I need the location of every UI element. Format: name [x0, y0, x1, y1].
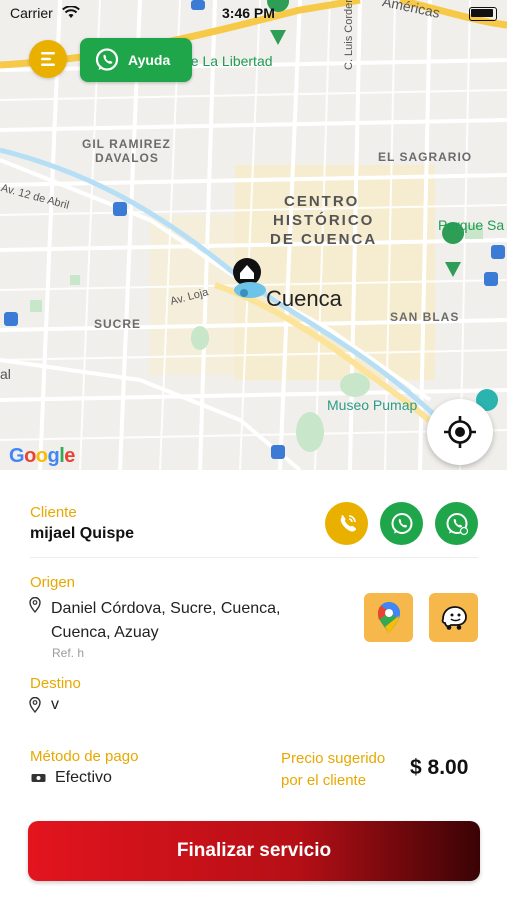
help-button-label: Ayuda — [128, 52, 171, 68]
payment-method-label: Método de pago — [30, 748, 139, 765]
map-label-museo: Museo Pumap — [327, 397, 418, 413]
map-label-parque-libertad: ue La Libertad — [183, 53, 273, 69]
phone-icon — [340, 514, 356, 532]
suggested-price-value: $ 8.00 — [410, 756, 469, 779]
map-label-gil-ramirez: GIL RAMIREZ — [82, 137, 171, 151]
carrier-label: Carrier — [10, 5, 53, 21]
open-google-maps-button[interactable] — [364, 593, 413, 642]
map-label-al: al — [0, 366, 11, 382]
call-client-button[interactable] — [325, 502, 368, 545]
map-label-centro: CENTRO — [284, 193, 360, 210]
map-view[interactable]: Américas ue La Libertad C. Luis Cordero … — [0, 0, 507, 470]
location-pin-icon — [29, 697, 41, 713]
map-label-el-sagrario: EL SAGRARIO — [378, 150, 473, 164]
map-tiles — [0, 0, 507, 470]
whatsapp-icon — [391, 512, 412, 534]
google-maps-icon — [377, 601, 400, 633]
wifi-icon — [62, 6, 80, 18]
finish-service-button[interactable]: Finalizar servicio — [28, 821, 480, 881]
map-label-parque-sa: Parque Sa — [438, 217, 505, 233]
suggested-price-label: Precio sugerido por el cliente — [281, 750, 386, 789]
finish-service-label: Finalizar servicio — [176, 840, 332, 861]
waze-icon — [441, 605, 467, 630]
battery-icon — [469, 7, 497, 21]
map-label-sucre: SUCRE — [94, 317, 142, 331]
section-divider — [30, 557, 478, 558]
destination-section-label: Destino — [30, 675, 81, 692]
origin-reference: Ref. h — [52, 646, 85, 660]
help-whatsapp-button[interactable]: Ayuda — [80, 38, 192, 82]
map-label-cuenca: Cuenca — [266, 286, 342, 311]
status-time: 3:46 PM — [222, 5, 275, 21]
whatsapp-business-client-button[interactable] — [435, 502, 478, 545]
whatsapp-icon — [95, 48, 119, 71]
origin-address: Daniel Córdova, Sucre, Cuenca, Cuenca, A… — [51, 600, 281, 641]
destination-address: v — [51, 696, 59, 713]
google-logo: Google — [9, 445, 75, 467]
location-pin-icon — [29, 597, 41, 613]
my-location-button[interactable] — [427, 399, 493, 465]
payment-method-value: Efectivo — [55, 769, 112, 786]
crosshair-icon — [444, 416, 476, 448]
map-label-historico: HISTÓRICO — [273, 212, 375, 229]
map-label-davalos: DAVALOS — [95, 151, 159, 165]
map-label-san-blas: SAN BLAS — [390, 310, 460, 324]
whatsapp-client-button[interactable] — [380, 502, 423, 545]
cash-icon — [31, 774, 46, 782]
origin-section-label: Origen — [30, 574, 76, 591]
menu-icon — [41, 52, 55, 66]
menu-button[interactable] — [29, 40, 67, 78]
map-label-de-cuenca: DE CUENCA — [270, 231, 378, 248]
open-waze-button[interactable] — [429, 593, 478, 642]
whatsapp-business-icon — [446, 512, 468, 535]
status-bar: Carrier 3:46 PM — [0, 0, 507, 28]
client-section-label: Cliente — [30, 504, 77, 521]
client-name: mijael Quispe — [30, 525, 135, 542]
